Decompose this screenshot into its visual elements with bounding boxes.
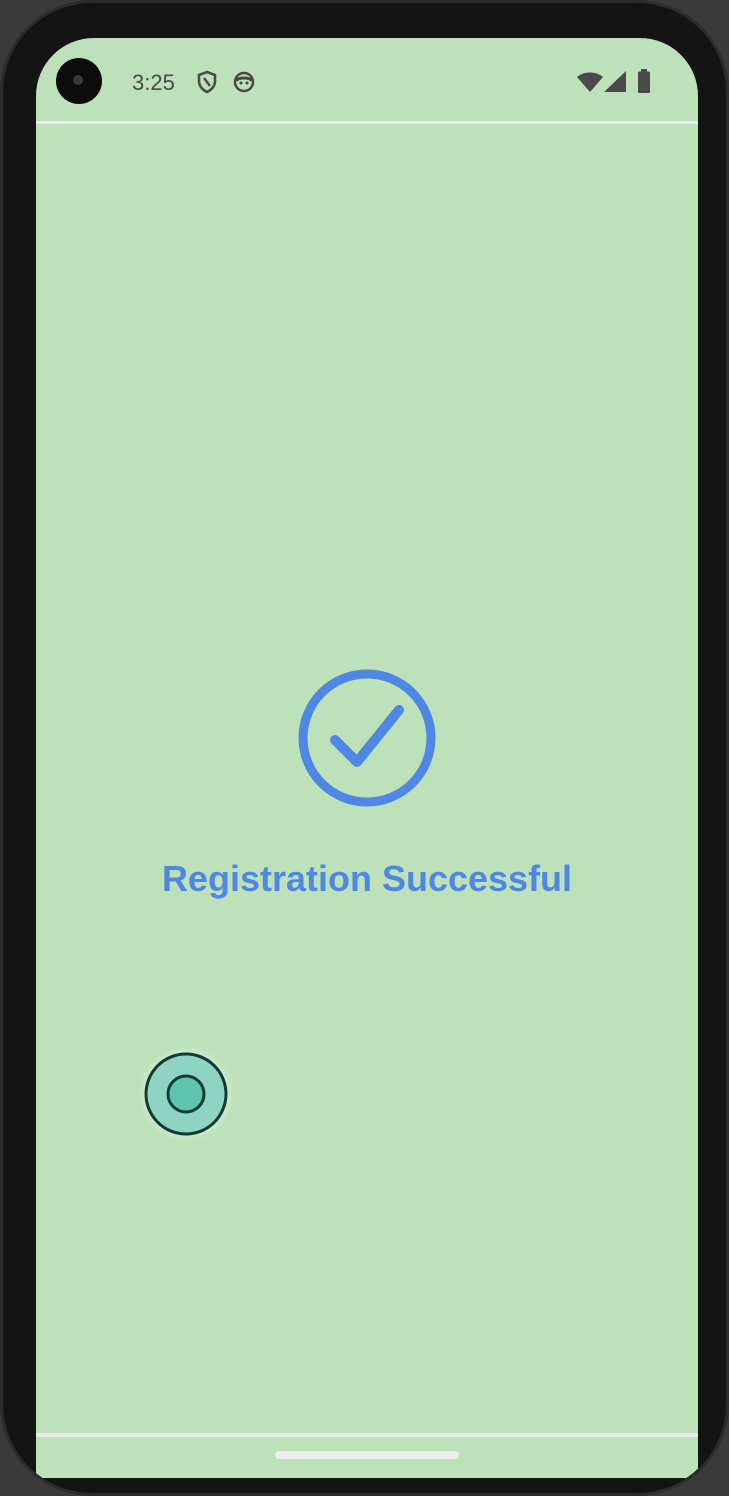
phone-frame: 3:25 Registration Successful <box>0 0 729 1496</box>
screen-bottom-edge <box>36 1433 698 1437</box>
check-circle-icon <box>298 669 436 807</box>
touch-indicator <box>138 1046 234 1142</box>
toolbar-divider <box>36 121 698 124</box>
wifi-icon <box>577 72 603 92</box>
front-camera <box>56 58 102 104</box>
home-gesture-bar[interactable] <box>275 1451 459 1459</box>
battery-icon <box>638 69 650 93</box>
cell-signal-icon <box>604 71 626 92</box>
success-message: Registration Successful <box>161 858 573 899</box>
android-face-icon <box>233 71 255 93</box>
status-time: 3:25 <box>132 70 175 95</box>
status-bar: 3:25 <box>36 38 698 122</box>
app-screen: 3:25 Registration Successful <box>36 38 698 1478</box>
shield-icon <box>197 70 217 94</box>
